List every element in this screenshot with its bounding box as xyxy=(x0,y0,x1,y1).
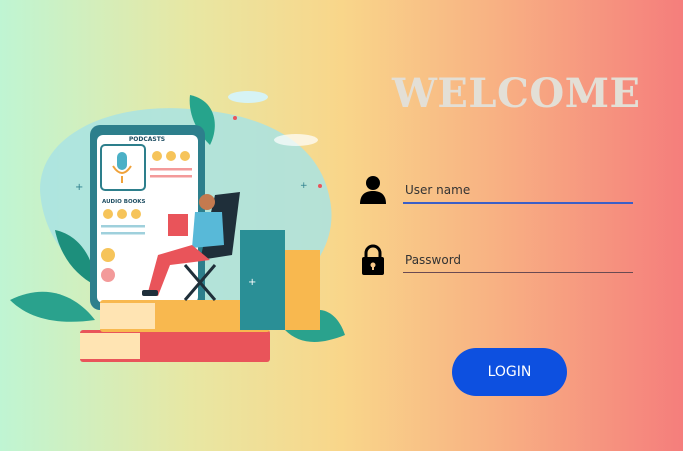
play-icon xyxy=(103,209,113,219)
user-icon xyxy=(360,176,386,204)
podcast-line xyxy=(150,168,192,171)
login-button[interactable]: LOGIN xyxy=(452,348,567,396)
podcast-line xyxy=(150,175,192,178)
sparkle: + xyxy=(248,277,256,288)
audiobook-line xyxy=(101,225,145,228)
shoe xyxy=(142,290,158,296)
standing-book xyxy=(285,250,320,330)
avatar-dot xyxy=(101,248,115,262)
forward-icon xyxy=(131,209,141,219)
head xyxy=(199,194,215,210)
sparkle: + xyxy=(75,182,83,193)
username-row xyxy=(358,172,638,208)
audio-books-label: AUDIO BOOKS xyxy=(102,199,146,205)
pause-icon xyxy=(166,151,176,161)
held-book xyxy=(168,214,188,236)
audiobook-line xyxy=(101,232,145,235)
lock-icon xyxy=(362,244,384,275)
book-pages xyxy=(80,333,140,359)
standing-book xyxy=(240,230,285,330)
microphone-icon xyxy=(117,152,127,170)
cloud xyxy=(228,91,268,103)
pause-icon xyxy=(117,209,127,219)
dot xyxy=(318,184,322,188)
forward-icon xyxy=(180,151,190,161)
welcome-title: WELCOME xyxy=(392,70,641,117)
cloud xyxy=(274,134,318,146)
audio-illustration: PODCASTS AUDIO BOOKS + + + xyxy=(10,91,345,362)
play-icon xyxy=(152,151,162,161)
password-input[interactable] xyxy=(403,248,633,273)
sparkle: + xyxy=(300,181,308,191)
password-row xyxy=(358,242,638,278)
username-input[interactable] xyxy=(403,178,633,204)
torso xyxy=(192,212,224,248)
avatar-dot xyxy=(101,268,115,282)
leaf xyxy=(10,291,95,322)
book-pages xyxy=(100,303,155,329)
podcasts-label: PODCASTS xyxy=(129,136,165,143)
dot xyxy=(233,116,237,120)
